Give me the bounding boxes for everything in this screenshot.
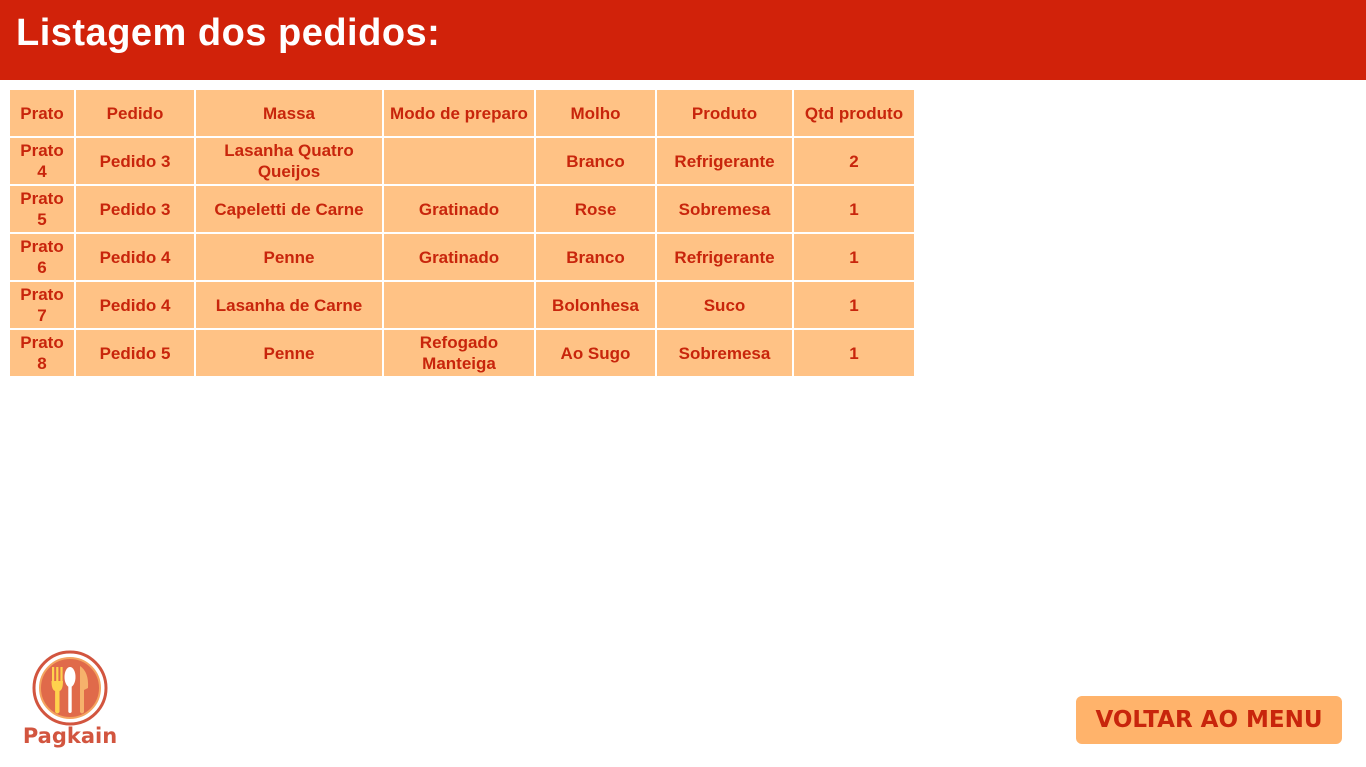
column-header-pedido: Pedido [76, 90, 194, 136]
column-header-produto: Produto [657, 90, 792, 136]
table-row: Prato 4 Pedido 3 Lasanha Quatro Queijos … [10, 138, 914, 184]
cell-molho: Bolonhesa [536, 282, 655, 328]
cell-pedido: Pedido 4 [76, 282, 194, 328]
cell-produto: Sobremesa [657, 330, 792, 376]
cell-massa: Penne [196, 234, 382, 280]
cell-produto: Refrigerante [657, 138, 792, 184]
table-row: Prato 5 Pedido 3 Capeletti de Carne Grat… [10, 186, 914, 232]
cell-massa: Lasanha Quatro Queijos [196, 138, 382, 184]
cell-qtd-produto: 1 [794, 234, 914, 280]
cell-modo-de-preparo: Refogado Manteiga [384, 330, 534, 376]
cell-produto: Suco [657, 282, 792, 328]
column-header-modo-de-preparo: Modo de preparo [384, 90, 534, 136]
cell-produto: Sobremesa [657, 186, 792, 232]
cell-molho: Branco [536, 138, 655, 184]
cell-qtd-produto: 1 [794, 186, 914, 232]
cell-qtd-produto: 1 [794, 330, 914, 376]
cell-pedido: Pedido 3 [76, 186, 194, 232]
cell-prato: Prato 8 [10, 330, 74, 376]
fork-spoon-knife-icon [32, 650, 108, 726]
cell-prato: Prato 7 [10, 282, 74, 328]
cell-qtd-produto: 2 [794, 138, 914, 184]
cell-pedido: Pedido 5 [76, 330, 194, 376]
back-to-menu-button[interactable]: VOLTAR AO MENU [1076, 696, 1342, 744]
cell-massa: Penne [196, 330, 382, 376]
page-header: Listagem dos pedidos: [0, 0, 1366, 80]
page-title: Listagem dos pedidos: [16, 12, 441, 54]
cell-molho: Branco [536, 234, 655, 280]
cell-qtd-produto: 1 [794, 282, 914, 328]
cell-prato: Prato 4 [10, 138, 74, 184]
cell-modo-de-preparo: Gratinado [384, 234, 534, 280]
column-header-massa: Massa [196, 90, 382, 136]
cell-prato: Prato 6 [10, 234, 74, 280]
cell-molho: Rose [536, 186, 655, 232]
cell-pedido: Pedido 3 [76, 138, 194, 184]
cell-molho: Ao Sugo [536, 330, 655, 376]
cell-pedido: Pedido 4 [76, 234, 194, 280]
table-row: Prato 8 Pedido 5 Penne Refogado Manteiga… [10, 330, 914, 376]
table-row: Prato 7 Pedido 4 Lasanha de Carne Bolonh… [10, 282, 914, 328]
cell-produto: Refrigerante [657, 234, 792, 280]
table-header-row: Prato Pedido Massa Modo de preparo Molho… [10, 90, 914, 136]
pagkain-logo: Pagkain [18, 650, 122, 752]
table-row: Prato 6 Pedido 4 Penne Gratinado Branco … [10, 234, 914, 280]
cell-massa: Lasanha de Carne [196, 282, 382, 328]
cell-modo-de-preparo [384, 282, 534, 328]
cell-massa: Capeletti de Carne [196, 186, 382, 232]
cell-modo-de-preparo [384, 138, 534, 184]
cell-prato: Prato 5 [10, 186, 74, 232]
logo-text: Pagkain [22, 724, 118, 748]
cell-modo-de-preparo: Gratinado [384, 186, 534, 232]
column-header-qtd-produto: Qtd produto [794, 90, 914, 136]
column-header-prato: Prato [10, 90, 74, 136]
column-header-molho: Molho [536, 90, 655, 136]
orders-table: Prato Pedido Massa Modo de preparo Molho… [8, 88, 916, 378]
